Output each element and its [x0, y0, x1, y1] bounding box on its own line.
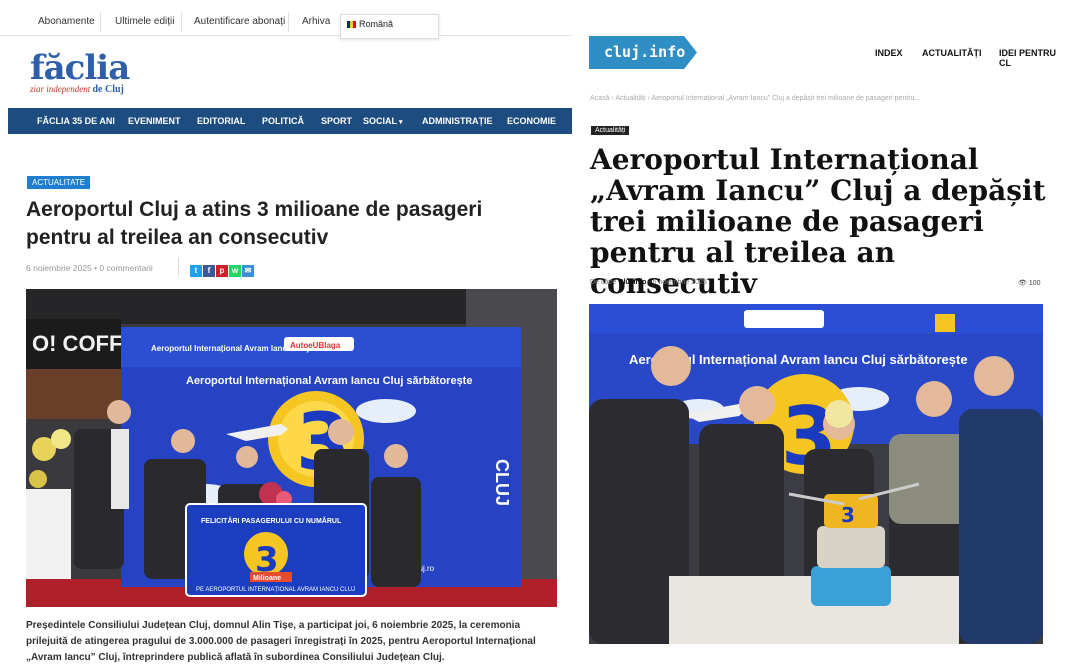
eye-icon: 👁 — [1018, 280, 1027, 287]
views-count: 👁 100 — [1018, 280, 1041, 287]
board-word: Milioane — [253, 575, 281, 582]
vertical-cluj-text: CLUJ — [492, 459, 512, 506]
language-label: Română — [359, 19, 394, 29]
cluj-info-logo[interactable]: cluj.info — [589, 36, 697, 69]
breadcrumb-current: Aeroportul Internațional „Avram Iancu” C… — [651, 95, 921, 102]
banner-headline: Aeroportul Internațional Avram Iancu Clu… — [186, 375, 472, 387]
twitter-icon[interactable]: t — [190, 265, 202, 277]
site-header: cluj.info INDEX ACTUALITĂȚI IDEI PENTRU … — [572, 26, 1070, 76]
nav-item-idei[interactable]: IDEI PENTRU CL — [999, 48, 1070, 68]
category-badge[interactable]: Actualități — [591, 126, 630, 135]
sponsor-logo: AutoeUBlaga — [290, 341, 341, 350]
nav-item-actualitati[interactable]: ACTUALITĂȚI — [922, 48, 982, 58]
cluj-info-page: cluj.info INDEX ACTUALITĂȚI IDEI PENTRU … — [572, 0, 1070, 666]
nav-item-politica[interactable]: POLITICĂ — [262, 116, 304, 126]
article-photo: O! COFFEE Aeroportul Internațional Avram… — [26, 289, 557, 607]
chevron-down-icon: ▾ — [397, 119, 403, 126]
article-date: 6 noiembrie 2025 — [652, 279, 707, 286]
topbar-link-arhiva[interactable]: Arhiva — [302, 16, 330, 27]
divider — [100, 12, 101, 32]
board-title: FELICITĂRI PASAGERULUI CU NUMĂRUL — [201, 516, 342, 525]
article-photo: Aeroportul Internațional Avram Iancu Clu… — [589, 304, 1043, 644]
breadcrumb: Acasă › Actualități › Aeroportul Interna… — [590, 95, 920, 102]
nav-item-eveniment[interactable]: EVENIMENT — [128, 116, 181, 126]
nav-item-index[interactable]: INDEX — [875, 48, 903, 58]
divider — [178, 258, 179, 276]
facebook-icon[interactable]: f — [203, 265, 215, 277]
topbar-link-ultimele-editii[interactable]: Ultimele ediții — [115, 16, 174, 27]
nav-item-faclia-35[interactable]: FĂCLIA 35 DE ANI — [37, 116, 115, 126]
breadcrumb-home[interactable]: Acasă — [590, 95, 609, 102]
divider — [181, 12, 182, 32]
board-footer: PE AEROPORTUL INTERNAȚIONAL AVRAM IANCU … — [196, 587, 355, 593]
cake-number: 3 — [841, 503, 855, 527]
pinterest-icon[interactable]: p — [216, 265, 228, 277]
nav-item-social[interactable]: SOCIAL ▾ — [363, 116, 402, 126]
romania-flag-icon — [347, 21, 356, 29]
author-link[interactable]: Cluj.info — [618, 279, 646, 286]
email-icon[interactable]: ✉ — [242, 265, 254, 277]
share-buttons: t f p w ✉ — [190, 260, 255, 277]
main-nav: FĂCLIA 35 DE ANI EVENIMENT EDITORIAL POL… — [8, 108, 572, 134]
nav-item-administratie[interactable]: ADMINISTRAȚIE — [422, 116, 493, 126]
article-title: Aeroportul Cluj a atins 3 milioane de pa… — [26, 198, 483, 249]
top-bar: Abonamente Ultimele ediții Autentificare… — [0, 0, 572, 39]
nav-item-editorial[interactable]: EDITORIAL — [197, 116, 245, 126]
article-meta: 6 noiembrie 2025 • 0 commentarii — [26, 263, 153, 273]
article-date: 6 noiembrie 2025 — [26, 263, 92, 273]
category-badge[interactable]: ACTUALITATE — [27, 176, 91, 189]
topbar-link-autentificare[interactable]: Autentificare abonați — [194, 16, 285, 27]
whatsapp-icon[interactable]: w — [229, 265, 241, 277]
divider — [288, 12, 289, 32]
faclia-logo[interactable]: făclia ziar independent de Cluj — [30, 48, 130, 95]
nav-item-economie[interactable]: ECONOMIE — [507, 116, 556, 126]
faclia-page: Abonamente Ultimele ediții Autentificare… — [0, 0, 572, 666]
language-selector[interactable]: Română — [340, 14, 439, 39]
article-meta: De către Cluj.info - 6 noiembrie 2025 — [590, 279, 707, 286]
article-body: Președintele Consiliului Județean Cluj, … — [26, 620, 536, 663]
nav-item-sport[interactable]: SPORT — [321, 116, 352, 126]
topbar-link-abonamente[interactable]: Abonamente — [38, 16, 95, 27]
logo-name: făclia — [30, 48, 130, 88]
breadcrumb-actualitati[interactable]: Actualități — [615, 95, 645, 102]
article-title: Aeroportul Internațional „Avram Iancu” C… — [590, 143, 1046, 300]
logo-tagline: ziar independent de Cluj — [30, 84, 124, 95]
comments-count[interactable]: 0 commentarii — [99, 263, 152, 273]
